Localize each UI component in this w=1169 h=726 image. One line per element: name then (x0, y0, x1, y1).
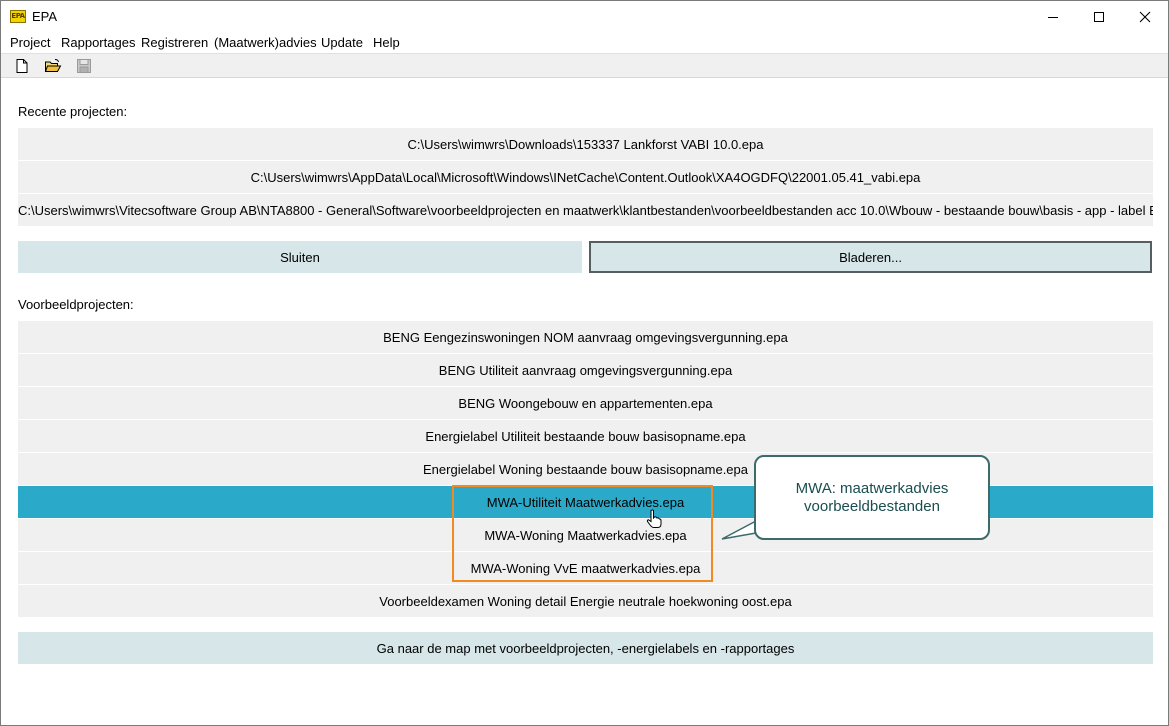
example-project-item[interactable]: BENG Utiliteit aanvraag omgevingsvergunn… (18, 354, 1153, 386)
minimize-button[interactable] (1030, 1, 1076, 32)
callout-line-2: voorbeeldbestanden (804, 497, 940, 515)
recent-project-item[interactable]: C:\Users\wimwrs\Vitecsoftware Group AB\N… (18, 194, 1153, 226)
recent-projects-label: Recente projecten: (18, 104, 128, 119)
close-button[interactable]: Sluiten (18, 241, 582, 273)
example-project-item[interactable]: Voorbeeldexamen Woning detail Energie ne… (18, 585, 1153, 617)
recent-project-item[interactable]: C:\Users\wimwrs\Downloads\153337 Lankfor… (18, 128, 1153, 160)
menu-update[interactable]: Update (321, 35, 363, 50)
open-folder-icon (44, 59, 62, 72)
new-document-button[interactable] (14, 58, 30, 74)
menu-bar: Project Rapportages Registreren (Maatwer… (1, 32, 1168, 53)
callout-pointer (721, 520, 757, 540)
menu-registreren[interactable]: Registreren (141, 35, 208, 50)
menu-help[interactable]: Help (373, 35, 400, 50)
maximize-icon (1094, 11, 1104, 22)
save-icon (77, 59, 91, 73)
start-panel: Recente projecten: C:\Users\wimwrs\Downl… (1, 79, 1168, 725)
callout-line-1: MWA: maatwerkadvies (795, 479, 949, 497)
window-title: EPA (32, 9, 58, 24)
browse-button[interactable]: Bladeren... (589, 241, 1152, 273)
menu-maatwerkadvies[interactable]: (Maatwerk)advies (214, 35, 317, 50)
example-project-item[interactable]: BENG Eengezinswoningen NOM aanvraag omge… (18, 321, 1153, 353)
save-button[interactable] (76, 58, 92, 74)
example-project-item[interactable]: MWA-Woning VvE maatwerkadvies.epa (18, 552, 1153, 584)
hand-cursor-icon (646, 509, 662, 528)
app-logo-icon: EPA (10, 10, 26, 23)
maximize-button[interactable] (1076, 1, 1122, 32)
close-window-button[interactable] (1122, 1, 1168, 32)
minimize-icon (1048, 16, 1058, 18)
menu-rapportages[interactable]: Rapportages (61, 35, 135, 50)
example-projects-label: Voorbeeldprojecten: (18, 297, 134, 312)
new-document-icon (16, 59, 28, 73)
example-project-item[interactable]: Energielabel Utiliteit bestaande bouw ba… (18, 420, 1153, 452)
title-bar: EPA EPA (1, 1, 1168, 32)
open-folder-button[interactable] (44, 58, 62, 74)
open-examples-folder-button[interactable]: Ga naar de map met voorbeeldprojecten, -… (18, 632, 1153, 664)
example-project-item[interactable]: BENG Woongebouw en appartementen.epa (18, 387, 1153, 419)
mwa-callout: MWA: maatwerkadvies voorbeeldbestanden (754, 455, 990, 540)
toolbar (1, 53, 1168, 78)
menu-project[interactable]: Project (10, 35, 50, 50)
recent-project-item[interactable]: C:\Users\wimwrs\AppData\Local\Microsoft\… (18, 161, 1153, 193)
epa-window: EPA EPA Project Rapportages Registreren … (0, 0, 1169, 726)
close-icon (1139, 11, 1151, 22)
